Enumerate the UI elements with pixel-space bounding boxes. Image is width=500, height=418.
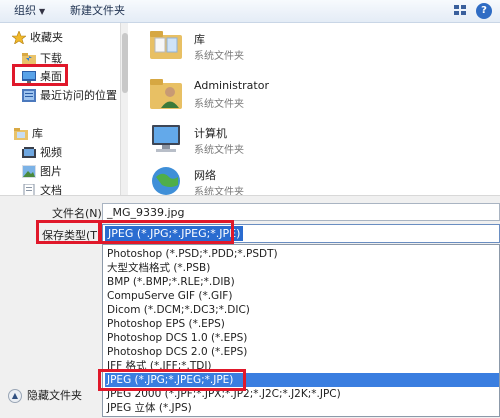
file-list-pane: 库 系统文件夹 Administrator 系统文件夹 计算机 系统文件夹 网络… (128, 23, 500, 198)
hide-folders-toggle[interactable]: ▲ 隐藏文件夹 (8, 388, 82, 404)
file-type: 系统文件夹 (194, 145, 244, 156)
dropdown-option[interactable]: Photoshop (*.PSD;*.PDD;*.PSDT) (105, 247, 499, 261)
video-icon (22, 146, 36, 159)
computer-icon (152, 125, 180, 152)
organize-button[interactable]: 组织 ▼ (14, 3, 45, 19)
help-icon[interactable]: ? (476, 3, 492, 19)
selected-option-highlight-box (98, 369, 246, 391)
file-type: 系统文件夹 (194, 51, 244, 62)
filename-value: _MG_9339.jpg (107, 206, 185, 219)
file-name: 计算机 (194, 127, 227, 140)
network-icon (152, 167, 180, 195)
file-type: 系统文件夹 (194, 99, 244, 110)
library-icon (14, 127, 28, 140)
nav-item-label: 库 (32, 127, 43, 140)
nav-item-label: 视频 (40, 146, 62, 159)
dropdown-option[interactable]: Photoshop DCS 2.0 (*.EPS) (105, 345, 499, 359)
recent-places-icon (22, 89, 36, 102)
view-options-button[interactable] (452, 3, 470, 18)
dropdown-option[interactable]: 大型文档格式 (*.PSB) (105, 261, 499, 275)
hide-folders-label: 隐藏文件夹 (27, 389, 82, 402)
dropdown-option[interactable]: Dicom (*.DCM;*.DC3;*.DIC) (105, 303, 499, 317)
file-name: 网络 (194, 169, 216, 182)
savetype-dropdown-list[interactable]: Photoshop (*.PSD;*.PDD;*.PSDT) 大型文档格式 (*… (102, 244, 500, 417)
filename-input[interactable]: _MG_9339.jpg (102, 203, 500, 221)
dropdown-option[interactable]: BMP (*.BMP;*.RLE;*.DIB) (105, 275, 499, 289)
organize-label: 组织 (14, 4, 36, 17)
pictures-icon (22, 165, 36, 178)
view-icon (454, 5, 466, 15)
savetype-label-highlight-box (36, 220, 102, 244)
filename-label: 文件名(N): (52, 207, 106, 220)
navigation-pane: 收藏夹 下载 桌面 最近访问的位置 库 视频 图片 文档 (0, 23, 126, 198)
nav-item-label: 收藏夹 (30, 31, 63, 44)
star-icon (11, 30, 27, 45)
chevron-up-icon: ▲ (8, 389, 22, 403)
file-name: 库 (194, 33, 205, 46)
dropdown-option[interactable]: CompuServe GIF (*.GIF) (105, 289, 499, 303)
user-folder-icon (150, 79, 182, 109)
savetype-value-highlight-box (98, 220, 234, 244)
dropdown-option[interactable]: JPEG 立体 (*.JPS) (105, 401, 499, 415)
dropdown-option[interactable]: Photoshop DCS 1.0 (*.EPS) (105, 331, 499, 345)
new-folder-label: 新建文件夹 (70, 4, 125, 17)
file-name: Administrator (194, 79, 269, 92)
new-folder-button[interactable]: 新建文件夹 (70, 3, 125, 19)
library-folder-icon (150, 31, 182, 59)
command-toolbar: 组织 ▼ 新建文件夹 ? (0, 0, 500, 23)
desktop-highlight-box (12, 64, 68, 86)
nav-item-label: 图片 (40, 165, 62, 178)
dropdown-option[interactable]: Photoshop EPS (*.EPS) (105, 317, 499, 331)
chevron-down-icon: ▼ (39, 7, 46, 16)
nav-item-label: 最近访问的位置 (40, 89, 117, 102)
